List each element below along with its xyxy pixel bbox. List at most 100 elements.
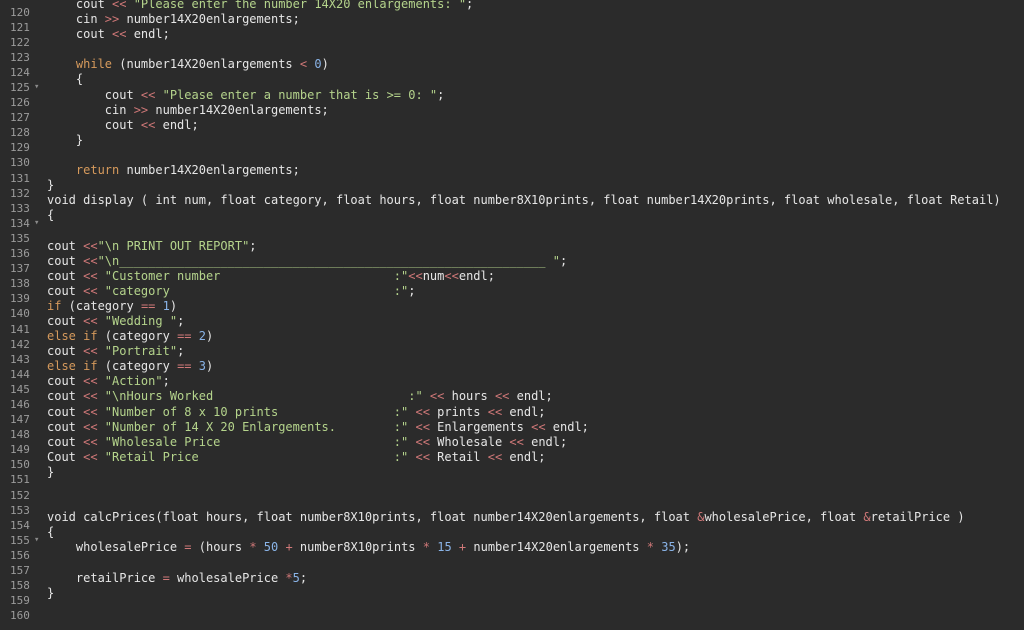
code-token: ;	[466, 0, 474, 11]
code-text[interactable]: void display ( int num, float category, …	[44, 193, 1001, 208]
code-text[interactable]: wholesalePrice = (hours * 50 + number8X1…	[44, 540, 690, 555]
code-line[interactable]: 159}	[0, 586, 1024, 608]
fold-arrow-icon[interactable]: ▾	[34, 80, 39, 95]
code-line[interactable]: 155 ▾ {	[0, 525, 1024, 547]
code-line[interactable]: 122 cout << endl;	[0, 27, 1024, 49]
code-line[interactable]: 130	[0, 148, 1024, 169]
code-line[interactable]: 143 cout << "Portrait";	[0, 344, 1024, 366]
code-line[interactable]: 129 }	[0, 133, 1024, 155]
code-text[interactable]: cout << "Wedding ";	[44, 314, 184, 329]
code-line[interactable]: 128 cout << endl;	[0, 118, 1024, 140]
code-line[interactable]: 147 cout << "Number of 8 x 10 prints :" <…	[0, 405, 1024, 427]
code-token: );	[675, 540, 691, 555]
code-token: <<	[83, 313, 98, 328]
code-text[interactable]: cout << "\nHours Worked :" << hours << e…	[44, 389, 553, 404]
code-line[interactable]: 160	[0, 601, 1024, 622]
line-number: 139	[10, 292, 30, 306]
code-line[interactable]: 158 retailPrice = wholesalePrice *5;	[0, 571, 1024, 593]
code-text[interactable]: }	[44, 133, 83, 148]
code-text[interactable]: cout << "Number of 14 X 20 Enlargements.…	[44, 420, 589, 435]
code-token: )	[205, 329, 214, 344]
code-text[interactable]: void calcPrices(float hours, float numbe…	[44, 510, 965, 525]
code-line[interactable]: 124 while (number14X20enlargements < 0)	[0, 57, 1024, 79]
code-line[interactable]: 121 cin >> number14X20enlargements;	[0, 12, 1024, 34]
line-number: 160	[10, 609, 30, 623]
fold-arrow-icon[interactable]: ▾	[34, 216, 39, 231]
code-text[interactable]: {	[44, 525, 54, 540]
code-text[interactable]: cout <<"\n______________________________…	[44, 254, 567, 269]
code-text[interactable]: return number14X20enlargements;	[44, 163, 300, 178]
code-line[interactable]: 157	[0, 555, 1024, 577]
code-token: *	[646, 540, 654, 555]
code-line[interactable]: 132}	[0, 178, 1024, 200]
code-text[interactable]: cout << "Customer number :"<<num<<endl;	[44, 269, 495, 284]
code-line[interactable]: 139 cout << "category :";	[0, 284, 1024, 306]
code-text[interactable]: }	[44, 586, 54, 601]
code-token: number14X20enlargements;	[148, 102, 329, 117]
code-text[interactable]: retailPrice = wholesalePrice *5;	[44, 571, 307, 586]
code-text[interactable]: cout << "category :";	[44, 284, 415, 299]
code-token: ;	[408, 283, 416, 298]
code-text[interactable]: cout << endl;	[44, 27, 170, 42]
code-line[interactable]: 126 cout << "Please enter a number that …	[0, 88, 1024, 110]
code-line[interactable]: 150 Cout << "Retail Price :" << Retail <<…	[0, 450, 1024, 472]
code-text[interactable]: cout << "Portrait";	[44, 344, 184, 359]
code-token: }	[47, 132, 84, 147]
code-line[interactable]: 154 void calcPrices(float hours, float nu…	[0, 510, 1024, 532]
code-token: (number14X20enlargements	[112, 57, 300, 72]
line-number: 128	[10, 126, 30, 140]
code-text[interactable]: {	[44, 72, 83, 87]
code-line[interactable]: 152	[0, 480, 1024, 502]
code-line[interactable]: 153	[0, 495, 1024, 517]
code-text[interactable]: cout << "Please enter a number that is >…	[44, 88, 445, 103]
code-text[interactable]: cout << "Wholesale Price :" << Wholesale…	[44, 435, 567, 450]
code-line[interactable]: 145 cout << "Action";	[0, 374, 1024, 396]
code-line[interactable]: 120 cout << "Please enter the number 14X…	[0, 0, 1024, 19]
code-text[interactable]: cin >> number14X20enlargements;	[44, 12, 300, 27]
code-line[interactable]: 123	[0, 42, 1024, 64]
code-line[interactable]: 125 ▾ {	[0, 72, 1024, 94]
code-line[interactable]: 131 return number14X20enlargements;	[0, 163, 1024, 185]
code-text[interactable]: }	[44, 465, 54, 480]
code-line[interactable]: 149 cout << "Wholesale Price :" << Wholes…	[0, 435, 1024, 457]
code-line[interactable]: 137 cout <<"\n___________________________…	[0, 254, 1024, 276]
code-line[interactable]: 136 cout <<"\n PRINT OUT REPORT";	[0, 239, 1024, 261]
line-number: 154	[10, 518, 30, 532]
code-text[interactable]: cout << "Please enter the number 14X20 e…	[44, 0, 473, 12]
code-token: number14X20enlargements;	[119, 12, 300, 27]
code-text[interactable]: cout << "Action";	[44, 374, 170, 389]
code-text[interactable]: if (category == 1)	[44, 299, 177, 314]
code-editor[interactable]: 120 cout << "Please enter the number 14X…	[0, 0, 1024, 630]
code-text[interactable]: }	[44, 178, 54, 193]
code-line[interactable]: 156 wholesalePrice = (hours * 50 + numbe…	[0, 540, 1024, 562]
code-token: endl;	[545, 419, 589, 434]
code-text[interactable]: else if (category == 2)	[44, 329, 213, 344]
code-line[interactable]: 142 else if (category == 2)	[0, 329, 1024, 351]
code-token: <<	[83, 283, 98, 298]
code-line[interactable]: 133 void display ( int num, float categor…	[0, 193, 1024, 215]
code-text[interactable]: cin >> number14X20enlargements;	[44, 103, 329, 118]
code-line[interactable]: 134 ▾ {	[0, 208, 1024, 230]
line-number: 132	[10, 186, 30, 200]
code-line[interactable]: 151}	[0, 465, 1024, 487]
code-text[interactable]: while (number14X20enlargements < 0)	[44, 57, 329, 72]
code-text[interactable]: cout <<"\n PRINT OUT REPORT";	[44, 239, 257, 254]
code-line[interactable]: 144 else if (category == 3)	[0, 359, 1024, 381]
line-number: 147	[10, 413, 30, 427]
code-line[interactable]: 148 cout << "Number of 14 X 20 Enlargemen…	[0, 420, 1024, 442]
code-line[interactable]: 127 cin >> number14X20enlargements;	[0, 103, 1024, 125]
code-text[interactable]: cout << "Number of 8 x 10 prints :" << p…	[44, 405, 546, 420]
code-line[interactable]: 146 cout << "\nHours Worked :" << hours <…	[0, 389, 1024, 411]
code-text[interactable]: Cout << "Retail Price :" << Retail << en…	[44, 450, 546, 465]
line-number: 141	[10, 322, 30, 336]
fold-arrow-icon[interactable]: ▾	[34, 533, 39, 548]
code-line[interactable]: 135	[0, 223, 1024, 245]
code-token: "Customer number :"	[97, 268, 409, 283]
code-text[interactable]: else if (category == 3)	[44, 359, 213, 374]
code-line[interactable]: 138 cout << "Customer number :"<<num<<end…	[0, 269, 1024, 291]
code-line[interactable]: 141 cout << "Wedding ";	[0, 314, 1024, 336]
line-number: 155	[10, 533, 30, 547]
code-text[interactable]: cout << endl;	[44, 118, 199, 133]
code-line[interactable]: 140 if (category == 1)	[0, 299, 1024, 321]
code-text[interactable]: {	[44, 208, 54, 223]
